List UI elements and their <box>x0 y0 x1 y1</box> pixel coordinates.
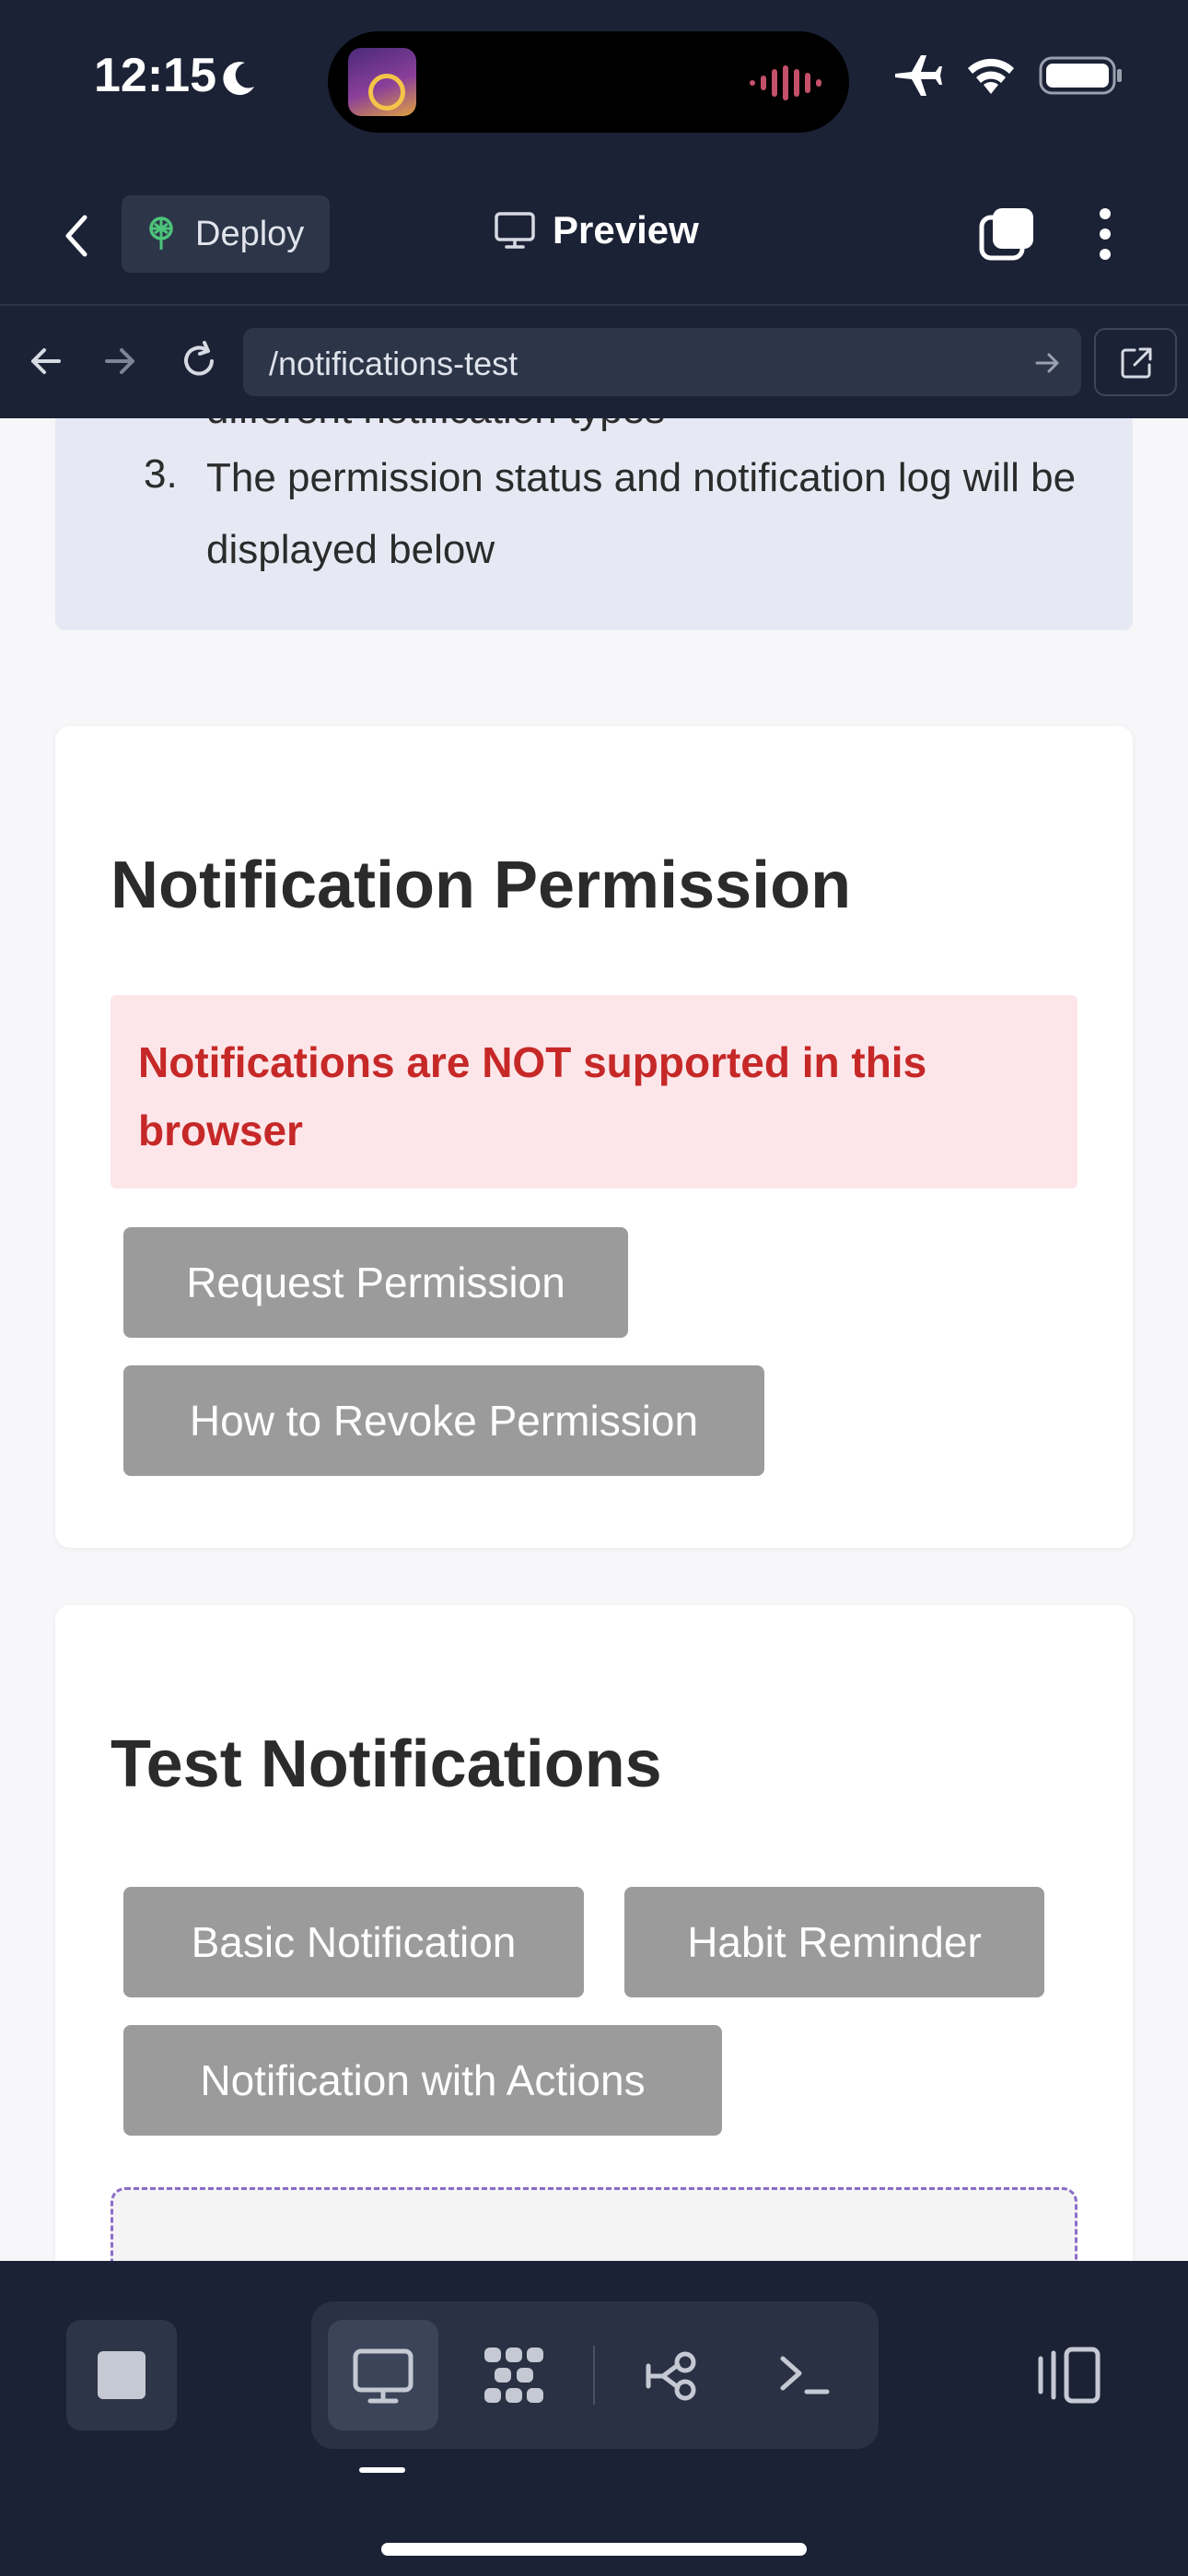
status-time: 12:15 <box>94 49 216 102</box>
notification-actions-button[interactable]: Notification with Actions <box>123 2025 722 2136</box>
reload-icon[interactable] <box>177 339 221 383</box>
url-input[interactable]: /notifications-test <box>243 328 1081 396</box>
test-notifications-card: Test Notifications Basic Notification Ha… <box>55 1605 1133 2261</box>
monitor-icon <box>495 212 535 249</box>
battery-icon <box>1039 56 1122 95</box>
url-text: /notifications-test <box>269 345 518 382</box>
more-vertical-icon[interactable] <box>1090 205 1120 263</box>
basic-notification-button[interactable]: Basic Notification <box>123 1887 584 1997</box>
terminal-icon <box>780 2356 830 2395</box>
habit-reminder-button[interactable]: Habit Reminder <box>624 1887 1044 1997</box>
deploy-button[interactable]: Deploy <box>122 195 330 273</box>
open-external-button[interactable] <box>1094 328 1177 396</box>
active-tab-indicator <box>359 2467 405 2473</box>
monitor-icon <box>353 2348 413 2404</box>
preview-title: Preview <box>494 208 699 252</box>
instruction-partial-line: different notification types <box>206 418 665 433</box>
terminal-tool-button[interactable] <box>750 2320 860 2430</box>
url-bar: /notifications-test <box>0 308 1188 418</box>
arrow-right-icon[interactable] <box>98 339 142 383</box>
instruction-number: 3. <box>144 451 178 497</box>
home-indicator <box>381 2543 807 2556</box>
arrow-left-icon[interactable] <box>24 339 68 383</box>
status-icons <box>891 53 1124 98</box>
toolbar-divider <box>593 2346 595 2405</box>
audio-waveform-icon <box>750 64 821 101</box>
revoke-permission-button[interactable]: How to Revoke Permission <box>123 1365 764 1476</box>
dynamic-island <box>328 31 849 133</box>
view-switcher <box>311 2301 879 2449</box>
components-tool-button[interactable] <box>459 2320 569 2430</box>
moon-icon <box>223 62 254 96</box>
app-header: Deploy Preview <box>0 166 1188 306</box>
preview-label: Preview <box>553 208 699 252</box>
tabs-icon[interactable] <box>978 205 1037 263</box>
page-content: different notification types 3. The perm… <box>0 418 1188 2261</box>
side-panel-icon[interactable] <box>1033 2340 1103 2410</box>
notification-log-box <box>111 2187 1077 2261</box>
permission-card: Notification Permission Notifications ar… <box>55 726 1133 1548</box>
now-playing-artwork <box>348 48 416 116</box>
grid-blocks-icon <box>484 2348 543 2403</box>
request-permission-button[interactable]: Request Permission <box>123 1227 628 1338</box>
go-arrow-icon[interactable] <box>1033 348 1063 378</box>
instruction-text: The permission status and notification l… <box>206 455 1077 572</box>
test-notifications-title: Test Notifications <box>111 1727 662 1801</box>
airplane-icon <box>895 55 942 96</box>
git-tool-button[interactable] <box>619 2320 729 2430</box>
deploy-icon <box>149 217 173 250</box>
wifi-icon <box>968 58 1014 94</box>
status-bar: 12:15 <box>0 0 1188 166</box>
instructions-box: different notification types 3. The perm… <box>55 418 1133 630</box>
not-supported-alert: Notifications are NOT supported in this … <box>111 995 1077 1188</box>
permission-title: Notification Permission <box>111 849 852 922</box>
external-link-icon <box>1121 347 1152 379</box>
stop-button[interactable] <box>66 2320 177 2430</box>
preview-tool-button[interactable] <box>328 2320 438 2430</box>
branch-icon <box>646 2351 696 2401</box>
back-chevron-icon[interactable] <box>55 210 99 262</box>
deploy-label: Deploy <box>195 214 305 253</box>
bottom-toolbar <box>0 2261 1188 2576</box>
